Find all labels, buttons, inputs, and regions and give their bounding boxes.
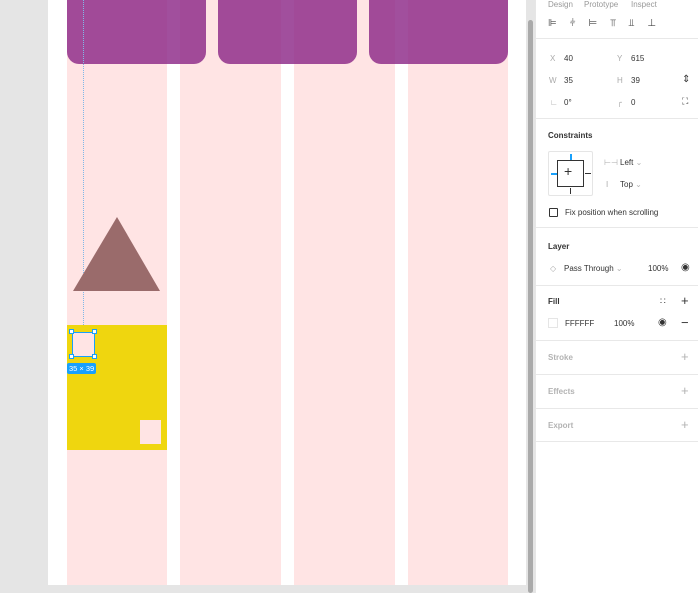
align-tools-icon[interactable]: ⊫⫩⊨⫪⫫⊥ [548, 18, 669, 29]
layout-column [294, 0, 395, 585]
fix-position-checkbox[interactable] [549, 208, 558, 217]
vertical-constraint-icon: I [606, 180, 609, 189]
tab-inspect[interactable]: Inspect [631, 0, 657, 9]
independent-corners-icon[interactable]: ⛶ [682, 96, 688, 107]
resize-handle[interactable] [69, 354, 74, 359]
rotation-icon: ∟ [550, 98, 558, 107]
resize-handle[interactable] [92, 354, 97, 359]
horizontal-constraint-icon: ⊢⊣ [604, 158, 618, 167]
export-title: Export [548, 421, 574, 430]
h-label: H [617, 76, 623, 85]
stroke-title: Stroke [548, 353, 573, 362]
blend-mode-select[interactable]: Pass Through ⌄ [564, 264, 623, 273]
remove-fill-icon[interactable]: − [681, 315, 689, 330]
resize-handle[interactable] [92, 329, 97, 334]
w-label: W [549, 76, 557, 85]
resize-handle[interactable] [69, 329, 74, 334]
horizontal-constraint-select[interactable]: Left ⌄ [620, 158, 642, 167]
fill-hex-input[interactable]: FFFFFF [565, 319, 594, 328]
canvas-scrollbar[interactable] [528, 20, 533, 593]
effects-title: Effects [548, 387, 575, 396]
x-label: X [550, 54, 556, 63]
y-input[interactable]: 615 [631, 54, 644, 63]
triangle-shape[interactable] [70, 214, 165, 294]
purple-card[interactable] [218, 0, 357, 64]
styles-icon[interactable]: ∷ [660, 296, 666, 307]
fill-title: Fill [548, 297, 560, 306]
layer-title: Layer [548, 242, 570, 251]
fill-swatch[interactable] [548, 318, 558, 328]
radius-input[interactable]: 0 [631, 98, 635, 107]
layout-column [180, 0, 281, 585]
blend-mode-icon: ◇ [550, 264, 557, 273]
size-badge: 35 × 39 [67, 363, 97, 374]
rotation-input[interactable]: 0° [564, 98, 572, 107]
tab-design[interactable]: Design [548, 0, 573, 9]
constraint-widget[interactable]: + [548, 151, 593, 196]
add-export-icon[interactable]: + [681, 417, 689, 432]
width-input[interactable]: 35 [564, 76, 573, 85]
purple-card[interactable] [369, 0, 508, 64]
small-pink-square[interactable] [140, 420, 161, 444]
fill-opacity-input[interactable]: 100% [614, 319, 634, 328]
corner-radius-icon: ╭ [617, 98, 622, 107]
add-stroke-icon[interactable]: + [681, 349, 689, 364]
add-effect-icon[interactable]: + [681, 383, 689, 398]
height-input[interactable]: 39 [631, 76, 640, 85]
properties-panel: Design Prototype Inspect ⊫⫩⊨⫪⫫⊥ X 40 Y 6… [535, 0, 698, 593]
constraints-title: Constraints [548, 131, 593, 140]
tab-prototype[interactable]: Prototype [584, 0, 618, 9]
eye-icon[interactable]: ◉ [681, 262, 690, 273]
eye-icon[interactable]: ◉ [658, 317, 667, 328]
x-input[interactable]: 40 [564, 54, 573, 63]
layout-column [408, 0, 508, 585]
vertical-constraint-select[interactable]: Top ⌄ [620, 180, 642, 189]
layer-opacity-input[interactable]: 100% [648, 264, 668, 273]
y-label: Y [617, 54, 623, 63]
purple-card[interactable] [67, 0, 206, 64]
add-fill-icon[interactable]: + [681, 293, 689, 308]
fix-position-label: Fix position when scrolling [565, 208, 659, 217]
constrain-proportions-icon[interactable]: ⇕ [682, 74, 690, 85]
